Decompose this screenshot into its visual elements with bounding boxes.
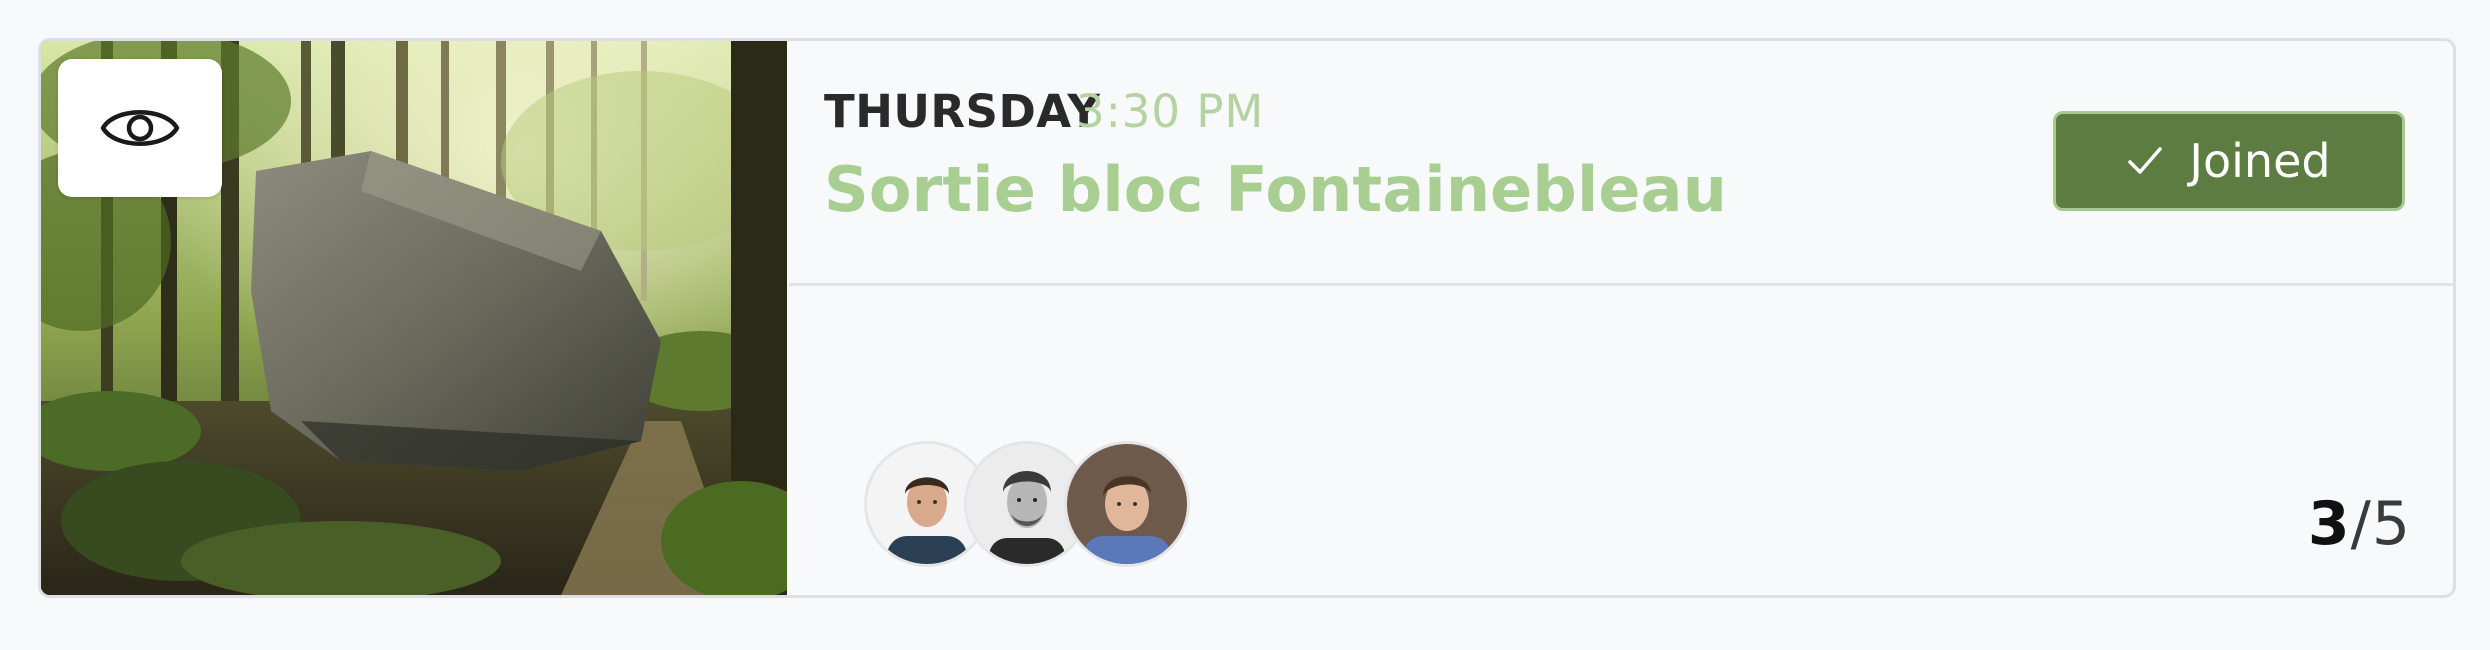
- participant-current: 3: [2307, 489, 2351, 559]
- view-button[interactable]: [58, 59, 222, 197]
- event-photo: [41, 41, 787, 595]
- avatar[interactable]: [1064, 441, 1190, 567]
- event-card[interactable]: THURSDAY 3:30 PM Sortie bloc Fontaineble…: [38, 38, 2456, 598]
- eye-icon: [99, 97, 181, 159]
- event-title[interactable]: Sortie bloc Fontainebleau: [824, 153, 1727, 226]
- participant-separator: /: [2350, 489, 2372, 559]
- joined-button[interactable]: Joined: [2053, 111, 2405, 211]
- check-icon: [2127, 146, 2163, 176]
- event-header: THURSDAY 3:30 PM Sortie bloc Fontaineble…: [789, 41, 2453, 286]
- event-details: THURSDAY 3:30 PM Sortie bloc Fontaineble…: [789, 41, 2453, 595]
- event-time: 3:30 PM: [1076, 85, 1265, 138]
- joined-label: Joined: [2189, 134, 2331, 188]
- participant-count: 3/5: [2308, 489, 2411, 559]
- participant-max: 5: [2371, 489, 2411, 559]
- event-day: THURSDAY: [824, 85, 1101, 138]
